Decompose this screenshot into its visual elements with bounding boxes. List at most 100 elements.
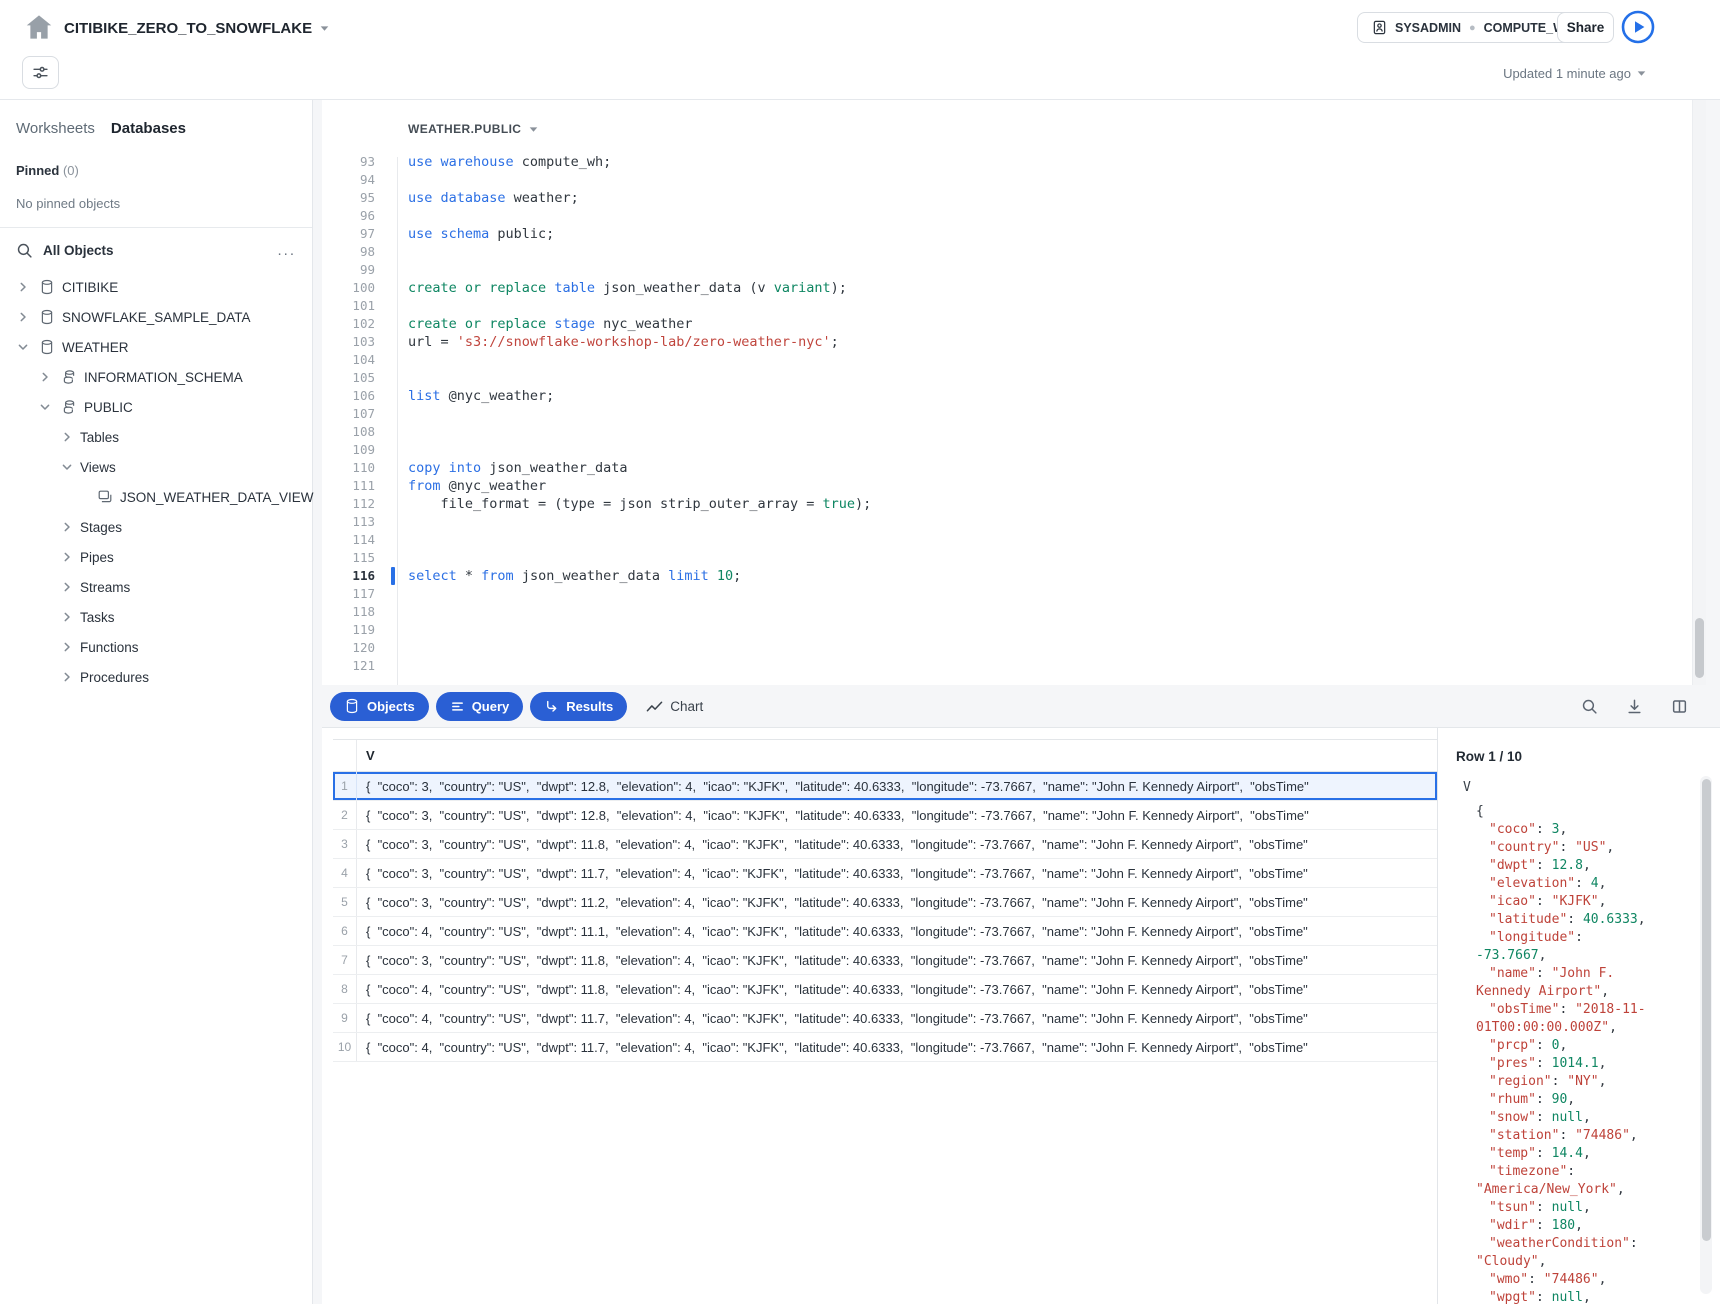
code-line-114[interactable]: 114 <box>322 531 1692 549</box>
table-row-1[interactable]: 1{ "coco": 3, "country": "US", "dwpt": 1… <box>333 772 1437 801</box>
chart-tab[interactable]: Chart <box>646 699 703 714</box>
code-line-116[interactable]: 116select * from json_weather_data limit… <box>322 567 1692 585</box>
code-line-118[interactable]: 118 <box>322 603 1692 621</box>
tree-item-pipes[interactable]: Pipes <box>0 542 312 572</box>
table-row-8[interactable]: 8{ "coco": 4, "country": "US", "dwpt": 1… <box>333 975 1437 1004</box>
json-token: "74486" <box>1544 1272 1599 1287</box>
code-line-107[interactable]: 107 <box>322 405 1692 423</box>
json-line: "obsTime": "2018-11- <box>1463 1001 1690 1019</box>
code-line-101[interactable]: 101 <box>322 297 1692 315</box>
search-results-icon[interactable] <box>1580 697 1598 715</box>
line-number: 107 <box>322 405 375 423</box>
code-line-108[interactable]: 108 <box>322 423 1692 441</box>
code-line-103[interactable]: 103url = 's3://snowflake-workshop-lab/ze… <box>322 333 1692 351</box>
results-grid-body: 1{ "coco": 3, "country": "US", "dwpt": 1… <box>333 772 1437 1062</box>
code-line-112[interactable]: 112 file_format = (type = json strip_out… <box>322 495 1692 513</box>
sql-editor[interactable]: WEATHER.PUBLIC 93use warehouse compute_w… <box>322 100 1706 685</box>
object-search-row[interactable]: All Objects ... <box>0 230 312 270</box>
table-row-10[interactable]: 10{ "coco": 4, "country": "US", "dwpt": … <box>333 1033 1437 1062</box>
line-number: 111 <box>322 477 375 495</box>
editor-scrollbar[interactable] <box>1692 100 1706 685</box>
chevron-down-icon <box>529 126 538 133</box>
table-row-9[interactable]: 9{ "coco": 4, "country": "US", "dwpt": 1… <box>333 1004 1437 1033</box>
code-line-105[interactable]: 105 <box>322 369 1692 387</box>
tree-item-tables[interactable]: Tables <box>0 422 312 452</box>
code-line-93[interactable]: 93use warehouse compute_wh; <box>322 153 1692 171</box>
table-row-5[interactable]: 5{ "coco": 3, "country": "US", "dwpt": 1… <box>333 888 1437 917</box>
columns-icon[interactable] <box>1670 697 1688 715</box>
code-line-109[interactable]: 109 <box>322 441 1692 459</box>
json-token: "dwpt" <box>1489 858 1536 873</box>
json-token: , <box>1575 1218 1583 1233</box>
code-line-113[interactable]: 113 <box>322 513 1692 531</box>
download-icon[interactable] <box>1625 697 1643 715</box>
line-spacer <box>375 639 408 657</box>
tab-databases[interactable]: Databases <box>111 120 186 137</box>
code-line-98[interactable]: 98 <box>322 243 1692 261</box>
detail-scrollbar[interactable] <box>1700 776 1712 1294</box>
tree-item-weather[interactable]: WEATHER <box>0 332 312 362</box>
tree-item-views[interactable]: Views <box>0 452 312 482</box>
code-text <box>408 549 1692 567</box>
line-number: 114 <box>322 531 375 549</box>
more-menu-button[interactable]: ... <box>277 242 296 259</box>
detail-scrollbar-thumb[interactable] <box>1702 779 1711 1241</box>
tree-item-json-weather-data-view[interactable]: JSON_WEATHER_DATA_VIEW <box>0 482 312 512</box>
query-tab-button[interactable]: Query <box>436 692 524 721</box>
table-row-4[interactable]: 4{ "coco": 3, "country": "US", "dwpt": 1… <box>333 859 1437 888</box>
code-line-117[interactable]: 117 <box>322 585 1692 603</box>
code-line-102[interactable]: 102create or replace stage nyc_weather <box>322 315 1692 333</box>
json-token: "elevation" <box>1489 876 1575 891</box>
tree-item-tasks[interactable]: Tasks <box>0 602 312 632</box>
column-header-v[interactable]: V <box>357 748 375 763</box>
table-row-6[interactable]: 6{ "coco": 4, "country": "US", "dwpt": 1… <box>333 917 1437 946</box>
share-button[interactable]: Share <box>1557 12 1614 43</box>
home-icon[interactable] <box>24 13 54 41</box>
code-line-111[interactable]: 111from @nyc_weather <box>322 477 1692 495</box>
tree-item-snowflake-sample-data[interactable]: SNOWFLAKE_SAMPLE_DATA <box>0 302 312 332</box>
row-value: { "coco": 4, "country": "US", "dwpt": 11… <box>357 982 1437 997</box>
tree-item-procedures[interactable]: Procedures <box>0 662 312 692</box>
results-tab-button[interactable]: Results <box>530 692 627 721</box>
tree-item-public[interactable]: PUBLIC <box>0 392 312 422</box>
results-arrow-icon <box>544 699 559 714</box>
worksheet-title-menu[interactable]: CITIBIKE_ZERO_TO_SNOWFLAKE <box>64 16 329 40</box>
filters-button[interactable] <box>22 56 59 89</box>
run-button[interactable] <box>1621 10 1655 44</box>
code-line-115[interactable]: 115 <box>322 549 1692 567</box>
line-spacer <box>375 171 408 189</box>
tree-item-functions[interactable]: Functions <box>0 632 312 662</box>
code-line-94[interactable]: 94 <box>322 171 1692 189</box>
json-token: : <box>1567 912 1583 927</box>
code-line-104[interactable]: 104 <box>322 351 1692 369</box>
code-line-99[interactable]: 99 <box>322 261 1692 279</box>
table-row-7[interactable]: 7{ "coco": 3, "country": "US", "dwpt": 1… <box>333 946 1437 975</box>
tree-item-streams[interactable]: Streams <box>0 572 312 602</box>
table-row-2[interactable]: 2{ "coco": 3, "country": "US", "dwpt": 1… <box>333 801 1437 830</box>
code-line-100[interactable]: 100create or replace table json_weather_… <box>322 279 1692 297</box>
code-line-121[interactable]: 121 <box>322 657 1692 675</box>
line-number: 101 <box>322 297 375 315</box>
code-line-119[interactable]: 119 <box>322 621 1692 639</box>
table-row-3[interactable]: 3{ "coco": 3, "country": "US", "dwpt": 1… <box>333 830 1437 859</box>
code-line-97[interactable]: 97use schema public; <box>322 225 1692 243</box>
code-area[interactable]: 93use warehouse compute_wh;9495use datab… <box>322 153 1692 685</box>
code-text: copy into json_weather_data <box>408 459 1692 477</box>
code-line-96[interactable]: 96 <box>322 207 1692 225</box>
editor-scrollbar-thumb[interactable] <box>1695 618 1704 678</box>
results-toolbar: ObjectsQueryResults Chart <box>313 685 1720 727</box>
objects-tab-button[interactable]: Objects <box>330 692 429 721</box>
editor-context-selector[interactable]: WEATHER.PUBLIC <box>408 122 538 136</box>
code-line-106[interactable]: 106list @nyc_weather; <box>322 387 1692 405</box>
code-line-110[interactable]: 110copy into json_weather_data <box>322 459 1692 477</box>
tree-item-stages[interactable]: Stages <box>0 512 312 542</box>
context-selector[interactable]: SYSADMIN ● COMPUTE_WH <box>1357 12 1589 43</box>
code-line-95[interactable]: 95use database weather; <box>322 189 1692 207</box>
updated-status[interactable]: Updated 1 minute ago <box>1503 66 1646 81</box>
row-value: { "coco": 3, "country": "US", "dwpt": 11… <box>357 866 1437 881</box>
tab-worksheets[interactable]: Worksheets <box>16 120 95 137</box>
tree-item-citibike[interactable]: CITIBIKE <box>0 272 312 302</box>
tree-item-information-schema[interactable]: INFORMATION_SCHEMA <box>0 362 312 392</box>
json-token: : <box>1536 1146 1552 1161</box>
code-line-120[interactable]: 120 <box>322 639 1692 657</box>
